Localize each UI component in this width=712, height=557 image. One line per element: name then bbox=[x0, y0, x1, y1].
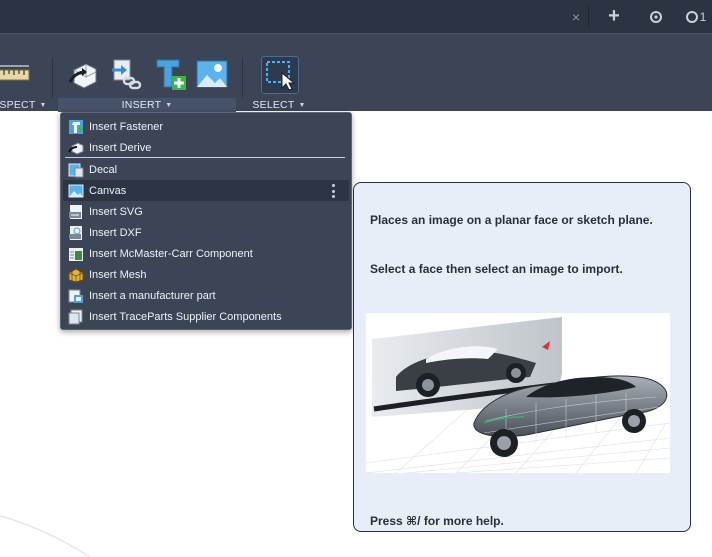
insert-text-icon[interactable] bbox=[152, 56, 188, 92]
notification-icon[interactable]: 1 bbox=[680, 0, 712, 33]
menu-item-label: Insert Mesh bbox=[89, 268, 147, 281]
tab-bar: × + 1 bbox=[0, 0, 712, 33]
menu-item-label: Decal bbox=[89, 163, 118, 176]
menu-item-label: Insert TraceParts Supplier Components bbox=[89, 310, 282, 323]
mesh-icon bbox=[68, 267, 84, 283]
add-tab-icon[interactable]: + bbox=[602, 0, 626, 33]
notification-count: 1 bbox=[699, 9, 707, 24]
menu-item-canvas[interactable]: Canvas bbox=[63, 180, 349, 201]
derive-icon bbox=[68, 141, 84, 155]
ribbon-group-select-label: SELECT bbox=[252, 99, 295, 111]
menu-item-decal[interactable]: Decal bbox=[63, 159, 349, 180]
chevron-down-icon: ▼ bbox=[39, 101, 47, 109]
measure-icon[interactable] bbox=[0, 58, 32, 94]
menu-item-label: Insert a manufacturer part bbox=[89, 289, 216, 302]
insert-dropdown-menu: Insert Fastener Insert Derive Decal Canv… bbox=[60, 112, 352, 330]
menu-item-insert-derive[interactable]: Insert Derive bbox=[63, 137, 349, 158]
menu-item-insert-traceparts[interactable]: Insert TraceParts Supplier Components bbox=[63, 306, 349, 327]
canvas-tooltip: Places an image on a planar face or sket… bbox=[353, 182, 691, 532]
ribbon-separator bbox=[242, 58, 243, 98]
dxf-icon bbox=[69, 225, 82, 240]
menu-item-insert-mcmaster[interactable]: Insert McMaster-Carr Component bbox=[63, 243, 349, 264]
insert-derive-icon[interactable] bbox=[66, 56, 102, 92]
ribbon-separator bbox=[52, 58, 53, 98]
menu-item-label: Insert SVG bbox=[89, 205, 143, 218]
ribbon-toolbar: SPECT ▼ INSERT ▼ SELECT ▼ bbox=[0, 33, 712, 112]
ribbon-group-inspect-label: SPECT bbox=[0, 99, 36, 111]
ribbon-group-insert-label: INSERT bbox=[121, 99, 162, 111]
mcmaster-icon bbox=[69, 247, 83, 261]
menu-item-label: Insert Derive bbox=[89, 141, 152, 154]
canvas-icon bbox=[68, 184, 84, 197]
menu-item-label: Insert McMaster-Carr Component bbox=[89, 247, 253, 260]
insert-link-icon[interactable] bbox=[108, 56, 144, 92]
menu-item-label: Canvas bbox=[89, 184, 127, 197]
decal-icon bbox=[68, 163, 84, 177]
chevron-down-icon: ▼ bbox=[165, 101, 173, 109]
tooltip-description: Places an image on a planar face or sket… bbox=[370, 213, 653, 227]
select-window-icon[interactable] bbox=[261, 56, 299, 94]
close-icon[interactable]: × bbox=[566, 0, 586, 33]
menu-item-insert-dxf[interactable]: Insert DXF bbox=[63, 222, 349, 243]
menu-item-label: Insert DXF bbox=[89, 226, 142, 239]
ribbon-group-inspect[interactable]: SPECT ▼ bbox=[0, 98, 46, 112]
fastener-icon bbox=[69, 119, 83, 134]
tooltip-help-hint: Press ⌘/ for more help. bbox=[370, 514, 504, 528]
ribbon-group-select[interactable]: SELECT ▼ bbox=[250, 98, 308, 112]
menu-divider bbox=[65, 157, 345, 158]
menu-item-insert-fastener[interactable]: Insert Fastener bbox=[63, 116, 349, 137]
svg-icon bbox=[69, 204, 82, 219]
tab-separator bbox=[588, 6, 589, 28]
chevron-down-icon: ▼ bbox=[298, 101, 306, 109]
menu-item-insert-svg[interactable]: Insert SVG bbox=[63, 201, 349, 222]
notification-ring-icon bbox=[685, 10, 698, 23]
tooltip-illustration bbox=[365, 313, 671, 474]
insert-image-icon[interactable] bbox=[194, 56, 230, 92]
sync-icon[interactable] bbox=[645, 0, 667, 33]
menu-item-label: Insert Fastener bbox=[89, 120, 163, 133]
canvas-sketch-curve bbox=[0, 515, 91, 557]
menu-item-insert-manufacturer-part[interactable]: Insert a manufacturer part bbox=[63, 285, 349, 306]
tooltip-instruction: Select a face then select an image to im… bbox=[370, 262, 623, 276]
ribbon-group-insert[interactable]: INSERT ▼ bbox=[58, 98, 236, 112]
menu-item-insert-mesh[interactable]: Insert Mesh bbox=[63, 264, 349, 285]
traceparts-icon bbox=[68, 309, 83, 324]
more-options-icon[interactable] bbox=[332, 184, 335, 198]
manufacturer-part-icon bbox=[68, 289, 83, 303]
